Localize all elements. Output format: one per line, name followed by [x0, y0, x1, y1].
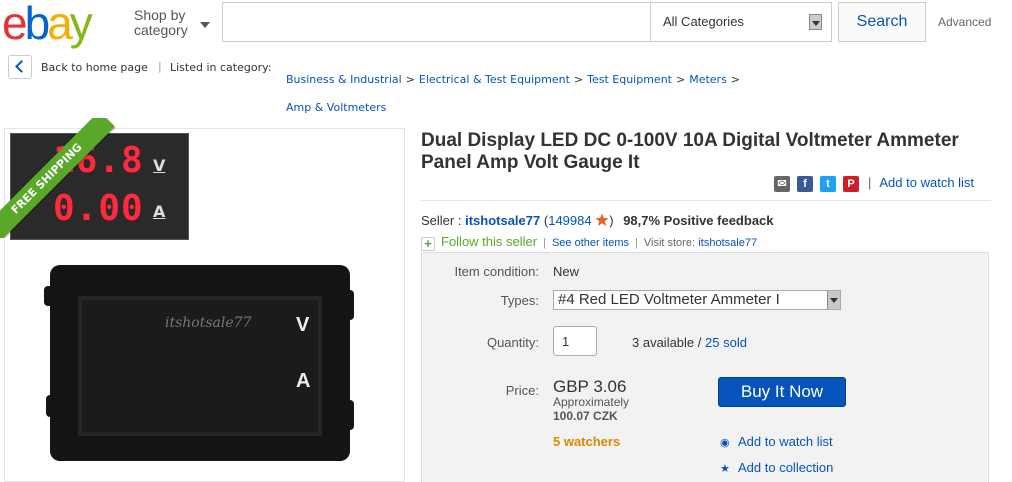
- plus-icon[interactable]: +: [421, 237, 435, 251]
- breadcrumb-item[interactable]: Electrical & Test Equipment: [419, 73, 570, 86]
- dropdown-arrow-icon: [827, 291, 840, 309]
- add-to-watch-list-link-top[interactable]: | Add to watch list: [868, 175, 974, 190]
- follow-seller-link[interactable]: Follow this seller: [441, 234, 537, 249]
- category-select[interactable]: All Categories: [650, 2, 832, 42]
- free-shipping-ribbon: FREE SHIPPING: [0, 118, 122, 238]
- quantity-input[interactable]: 1: [553, 326, 597, 356]
- visit-store-link[interactable]: itshotsale77: [698, 237, 757, 249]
- types-select[interactable]: #4 Red LED Voltmeter Ammeter I: [553, 290, 841, 310]
- price-value: GBP 3.06: [553, 377, 627, 396]
- star-icon: ★: [720, 463, 730, 475]
- price-label: Price:: [505, 383, 539, 398]
- types-label: Types:: [500, 293, 539, 308]
- eye-icon: ◉: [720, 437, 730, 449]
- seller-name-link[interactable]: itshotsale77: [465, 213, 540, 228]
- seller-info: Seller : itshotsale77 (149984 ) 98,7% Po…: [421, 213, 774, 228]
- divider: [421, 200, 991, 201]
- buy-it-now-button[interactable]: Buy It Now: [718, 377, 846, 407]
- twitter-icon[interactable]: t: [820, 176, 836, 192]
- add-to-collection-link[interactable]: ★ Add to collection: [720, 460, 833, 475]
- breadcrumb-item[interactable]: Amp & Voltmeters: [286, 101, 386, 114]
- shop-by-category-button[interactable]: Shop by category: [134, 8, 210, 38]
- see-other-items-link[interactable]: See other items: [552, 237, 629, 249]
- sold-count-link[interactable]: 25 sold: [705, 335, 747, 350]
- meter-unit-a: A: [296, 370, 311, 392]
- breadcrumb-item[interactable]: Test Equipment: [587, 73, 672, 86]
- condition-value: New: [553, 264, 580, 279]
- dropdown-arrow-icon: [809, 14, 822, 30]
- chevron-down-icon: [200, 22, 210, 28]
- breadcrumb: Business & Industrial > Electrical & Test …: [286, 73, 741, 114]
- thumb-unit-a: A: [153, 202, 166, 221]
- meter-unit-v: V: [296, 314, 310, 336]
- image-watermark: itshotsale77: [165, 315, 252, 331]
- search-button[interactable]: Search: [838, 2, 926, 42]
- item-title: Dual Display LED DC 0-100V 10A Digital V…: [421, 130, 959, 173]
- pinterest-icon[interactable]: P: [843, 176, 859, 192]
- advanced-search-link[interactable]: Advanced: [938, 15, 991, 29]
- page: ebay Shop by category All Categories Sea…: [0, 0, 1012, 482]
- positive-feedback: 98,7% Positive feedback: [623, 213, 774, 228]
- feedback-score-link[interactable]: 149984: [548, 213, 591, 228]
- condition-label: Item condition:: [454, 264, 539, 279]
- availability: 3 available / 25 sold: [632, 335, 747, 350]
- watchers-count: 5 watchers: [553, 434, 621, 449]
- quantity-label: Quantity:: [486, 335, 539, 350]
- price-approximate: Approximately 100.07 CZK: [553, 395, 630, 423]
- seller-actions: + Follow this seller | See other items | Visi…: [421, 234, 757, 251]
- breadcrumb-separator: |: [158, 60, 162, 73]
- back-to-home-link[interactable]: Back to home page: [41, 61, 148, 74]
- breadcrumb-item[interactable]: Meters: [689, 73, 727, 86]
- back-arrow-icon[interactable]: [8, 55, 32, 79]
- breadcrumb-item[interactable]: Business & Industrial: [286, 73, 402, 86]
- add-to-watch-list-link[interactable]: ◉ Add to watch list: [720, 434, 833, 449]
- star-icon: [595, 213, 609, 226]
- ebay-logo[interactable]: ebay: [2, 0, 124, 46]
- email-icon[interactable]: ✉: [774, 176, 790, 192]
- facebook-icon[interactable]: f: [797, 176, 813, 192]
- purchase-panel: [421, 252, 989, 482]
- thumb-unit-v: V: [153, 156, 166, 175]
- listed-in-category-label: Listed in category:: [170, 61, 272, 74]
